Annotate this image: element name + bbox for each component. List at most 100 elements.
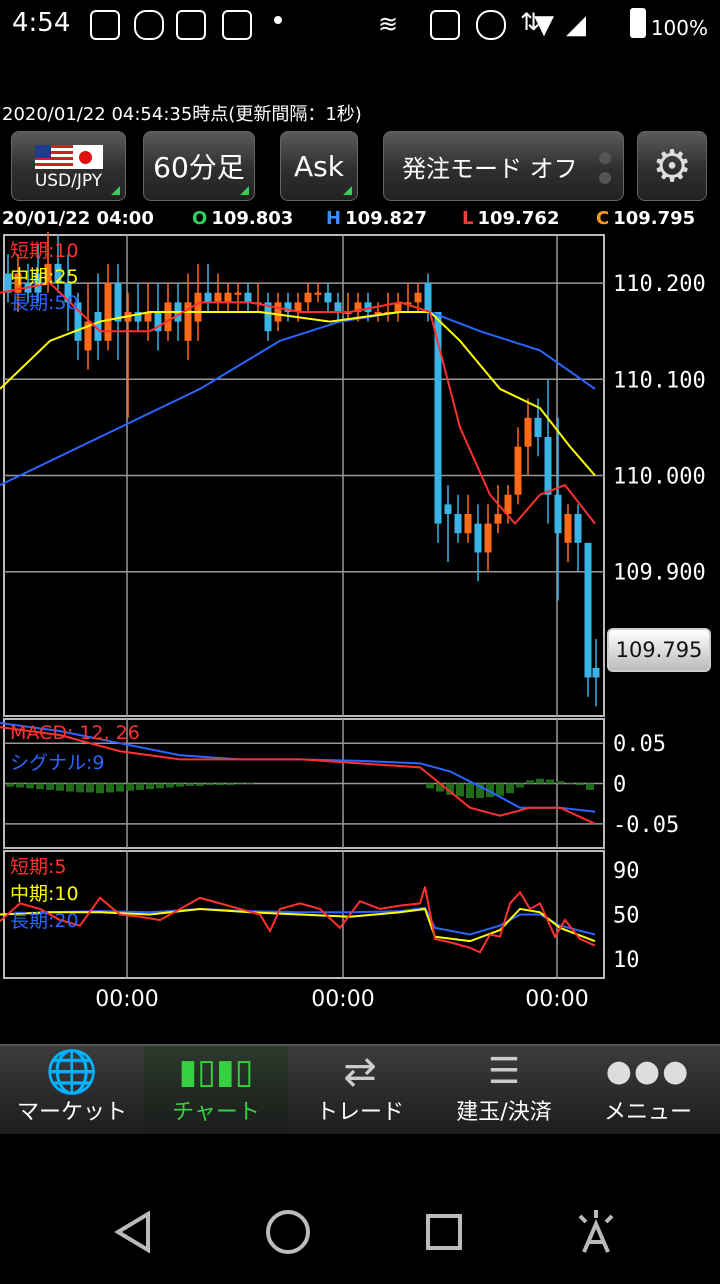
tab-menu[interactable]: ●●● メニュー [576,1046,720,1136]
more-dots-icon: ●●● [605,1054,691,1089]
candle-body [474,523,482,553]
macd-histogram-bar [76,783,84,793]
tab-market-label: マーケット [16,1100,127,1125]
y-tick-label: 0.05 [613,732,666,757]
macd-histogram-bar [16,783,24,788]
candle-body [524,417,532,447]
candle-body [334,302,342,312]
candle-body [464,513,472,534]
candle-body [204,292,212,303]
accessibility-icon [578,1210,614,1253]
macd-histogram-bar [526,780,534,784]
settings-button[interactable]: ⚙ [637,131,707,201]
ma-long-label: 長期:50 [10,292,79,314]
coins-icon: ☰ [487,1051,521,1092]
macd-histogram-bar [96,783,104,794]
y-tick-label: 10 [613,948,640,973]
sd-card-icon [222,10,252,40]
recents-button[interactable] [426,1214,462,1250]
macd-histogram-bar [576,783,584,786]
status-time: 4:54 [12,8,71,38]
x-axis: 00:00 00:00 00:00 [95,987,588,1012]
tab-market[interactable]: 🌐 マーケット [0,1046,144,1136]
candle-body [534,417,542,438]
candle-body [244,292,252,303]
candle-body [424,283,432,312]
current-price-tag: 109.795 [607,628,711,672]
accessibility-button[interactable] [578,1210,614,1253]
macd-histogram-bar [246,783,254,785]
vibrate-icon [430,10,460,40]
status-bar: 4:54 ≋ ⇅ ▼ ◢ 100% [0,0,720,52]
signal2-icon: ◢ [566,10,586,40]
candle-body [414,292,422,303]
tab-trade[interactable]: ⇄ トレード [288,1046,432,1136]
candle-body [454,513,462,534]
y-tick-label: 50 [613,904,640,929]
macd-histogram-bar [146,783,154,790]
x-tick-label: 00:00 [95,987,158,1012]
macd-histogram-bar [186,783,194,786]
currency-pair-label: USD/JPY [34,171,103,191]
macd-histogram-bar [156,783,164,789]
nfc-icon [476,10,506,40]
candle-body [114,283,122,322]
ask-bid-button[interactable]: Ask [280,131,358,201]
candle-body [494,513,502,524]
macd-histogram-bar [6,783,14,787]
interval-button[interactable]: 60分足 [143,131,255,201]
update-timestamp: 2020/01/22 04:54:35時点(更新間隔：1秒) [2,104,362,125]
candle-body [214,292,222,303]
currency-pair-button[interactable]: USD/JPY [11,131,126,201]
macd-histogram-bar [466,783,474,799]
x-tick-label: 00:00 [311,987,374,1012]
y-tick-label: 109.900 [613,561,706,586]
y-tick-label: 110.000 [613,465,706,490]
image-notification-icon [90,10,120,40]
macd-histogram-bar [566,782,574,784]
macd-histogram-bar [536,778,544,784]
candle-body [504,494,512,514]
signal-icon: ▼ [534,10,554,40]
candle-body [444,504,452,514]
stoch-long-label: 長期:20 [10,910,79,932]
ma-mid-label: 中期:25 [10,266,79,288]
macd-label: MACD: 12, 26 [10,722,140,744]
macd-histogram-bar [236,783,244,785]
tab-positions[interactable]: ☰ 建玉/決済 [432,1046,576,1136]
macd-histogram-bar [586,783,594,790]
candle-body [224,292,232,303]
tab-chart[interactable]: ▮▯▮▯ チャート [144,1046,288,1136]
order-mode-toggle[interactable]: 発注モード オフ [383,131,624,201]
shield-notification-icon [134,10,164,40]
y-tick-label: -0.05 [613,813,679,838]
chart-area[interactable]: 110.200110.100110.000109.900 0.050-0.05 … [0,232,720,1012]
order-mode-label: 発注モード オフ [402,154,578,183]
back-button[interactable] [114,1210,150,1254]
ohlc-date: 20/01/22 04:00 [2,208,154,229]
candle-body [554,494,562,534]
macd-histogram-bar [206,783,214,786]
candle-body [574,513,582,543]
gear-icon: ⚙ [652,140,692,192]
macd-histogram-bar [166,783,174,788]
candle-body [584,542,592,678]
candle-body [274,302,282,322]
macd-histogram-bar [426,783,434,789]
macd-signal-label: シグナル:9 [10,752,105,774]
macd-histogram-bar [196,783,204,786]
grid-notification-icon [176,10,206,40]
macd-histogram-bar [546,779,554,784]
candle-body [592,667,600,678]
macd-histogram-bar [176,783,184,787]
toggle-indicator-icon [599,152,611,164]
macd-histogram-bar [136,783,144,790]
home-button[interactable] [266,1210,310,1254]
tab-trade-label: トレード [315,1100,404,1125]
macd-histogram-bar [86,783,94,793]
interval-label: 60分足 [153,151,245,184]
y-tick-label: 110.200 [613,272,706,297]
jp-flag-icon [68,145,103,169]
macd-histogram-bar [46,783,54,790]
candle-body [514,446,522,495]
